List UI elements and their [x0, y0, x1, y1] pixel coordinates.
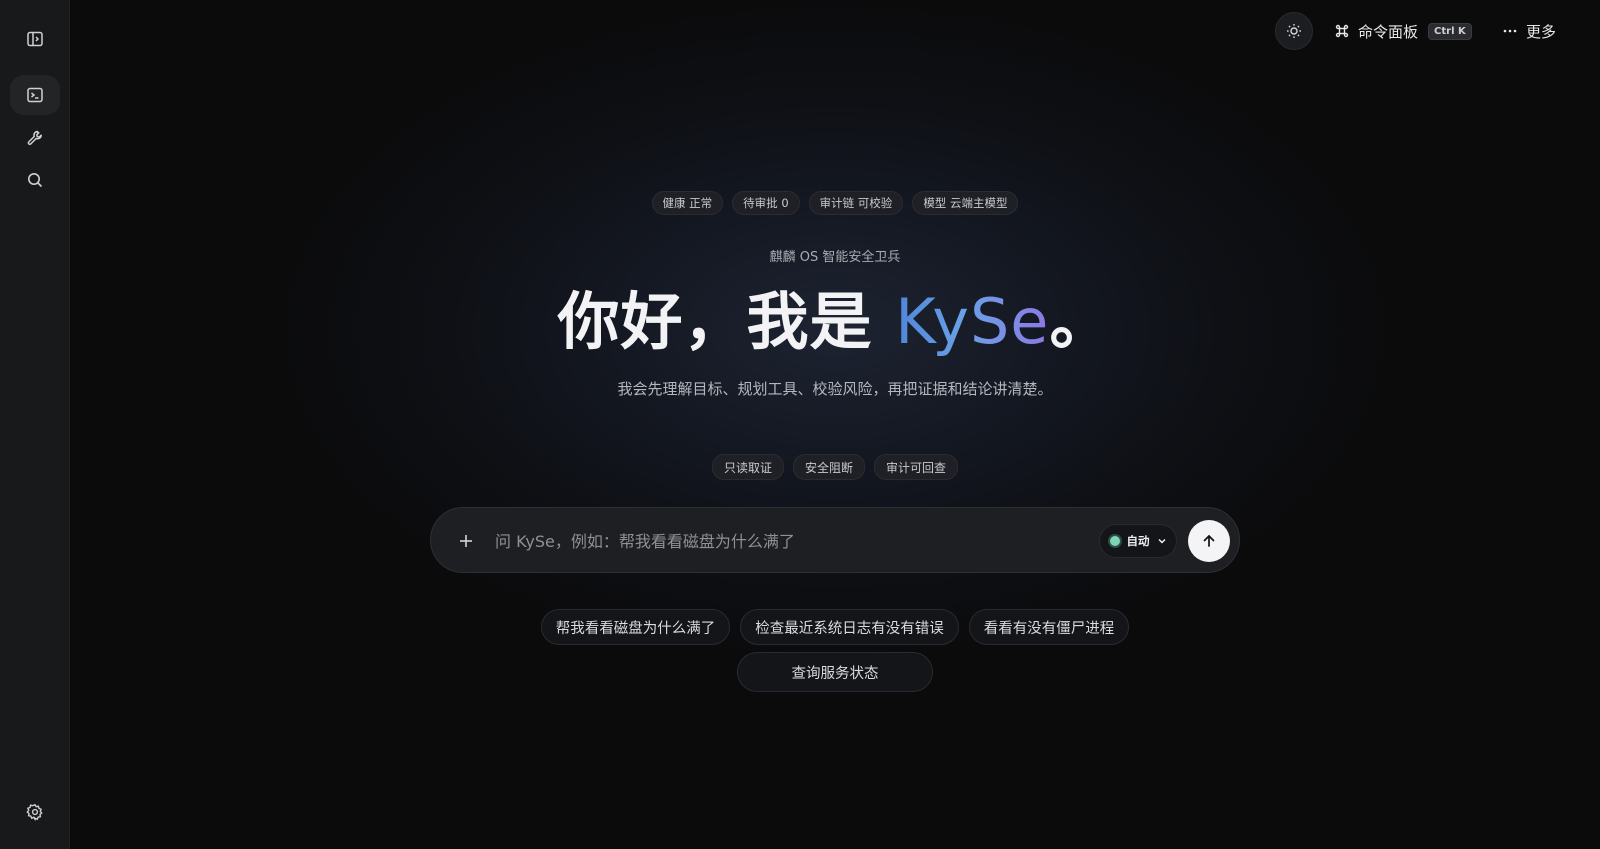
composer: 自动 — [430, 507, 1240, 573]
headline-prefix: 你好，我是 — [557, 285, 896, 358]
feature-pill-row: 只读取证 安全阻断 审计可回查 — [70, 454, 1600, 480]
more-label: 更多 — [1526, 22, 1557, 41]
search-icon — [28, 173, 43, 188]
sidebar — [0, 0, 70, 849]
suggestion-chip-zombie[interactable]: 看看有没有僵尸进程 — [968, 609, 1130, 645]
gear-icon — [26, 803, 43, 821]
feature-pill-readonly: 只读取证 — [711, 454, 784, 480]
arrow-up-icon — [1203, 535, 1215, 547]
mode-label: 自动 — [1126, 534, 1150, 548]
send-button[interactable] — [1188, 520, 1230, 562]
more-button[interactable]: 更多 — [1502, 18, 1556, 44]
suggestion-chip-logs[interactable]: 检查最近系统日志有没有错误 — [740, 609, 959, 645]
wrench-icon — [27, 130, 42, 146]
command-palette-label: 命令面板 — [1358, 22, 1419, 41]
suggestion-chip-disk[interactable]: 帮我看看磁盘为什么满了 — [540, 609, 731, 645]
suggestion-row-2: 查询服务状态 — [70, 652, 1600, 692]
command-shortcut-badge: Ctrl K — [1428, 22, 1472, 40]
suggestion-chip-service[interactable]: 查询服务状态 — [737, 652, 933, 692]
theme-toggle-button[interactable] — [1275, 12, 1313, 50]
app-window: 命令面板 Ctrl K 更多 健康 正常 待审批 0 审计链 可校验 模型 云端… — [0, 0, 1600, 849]
more-dots-icon — [1503, 29, 1517, 33]
mode-select[interactable]: 自动 — [1099, 524, 1177, 558]
status-pill-health: 健康 正常 — [651, 191, 724, 215]
plus-icon — [460, 535, 472, 547]
sidebar-item-search[interactable] — [10, 160, 60, 200]
status-pill-row: 健康 正常 待审批 0 审计链 可校验 模型 云端主模型 — [70, 191, 1600, 215]
feature-pill-audit: 审计可回查 — [874, 454, 959, 480]
status-pill-approvals: 待审批 0 — [732, 191, 800, 215]
headline-brand: KySe — [895, 285, 1050, 358]
mode-status-dot — [1109, 536, 1120, 546]
chat-input[interactable] — [493, 526, 1083, 556]
chevron-down-icon — [1157, 538, 1166, 544]
hero-headline: 你好，我是 KySe。 — [70, 284, 1600, 360]
headline-suffix: 。 — [1049, 285, 1113, 358]
suggestion-row-1: 帮我看看磁盘为什么满了 检查最近系统日志有没有错误 看看有没有僵尸进程 — [70, 609, 1600, 645]
sidebar-toggle-button[interactable] — [10, 19, 60, 59]
sun-icon — [1287, 24, 1301, 38]
main-area: 命令面板 Ctrl K 更多 健康 正常 待审批 0 审计链 可校验 模型 云端… — [70, 0, 1600, 849]
status-pill-model: 模型 云端主模型 — [912, 191, 1019, 215]
terminal-icon — [27, 87, 43, 103]
hero-subtitle: 麒麟 OS 智能安全卫兵 — [769, 250, 901, 265]
hero-tagline: 我会先理解目标、规划工具、校验风险，再把证据和结论讲清楚。 — [617, 380, 1053, 398]
command-palette-button[interactable]: 命令面板 Ctrl K — [1334, 18, 1472, 44]
feature-pill-block: 安全阻断 — [792, 454, 865, 480]
sidebar-item-tools[interactable] — [10, 118, 60, 158]
settings-button[interactable] — [10, 792, 60, 832]
command-icon — [1335, 24, 1349, 38]
attach-button[interactable] — [451, 526, 481, 556]
sidebar-item-terminal[interactable] — [10, 75, 60, 115]
sidebar-toggle-icon — [27, 31, 43, 47]
status-pill-audit: 审计链 可校验 — [808, 191, 904, 215]
